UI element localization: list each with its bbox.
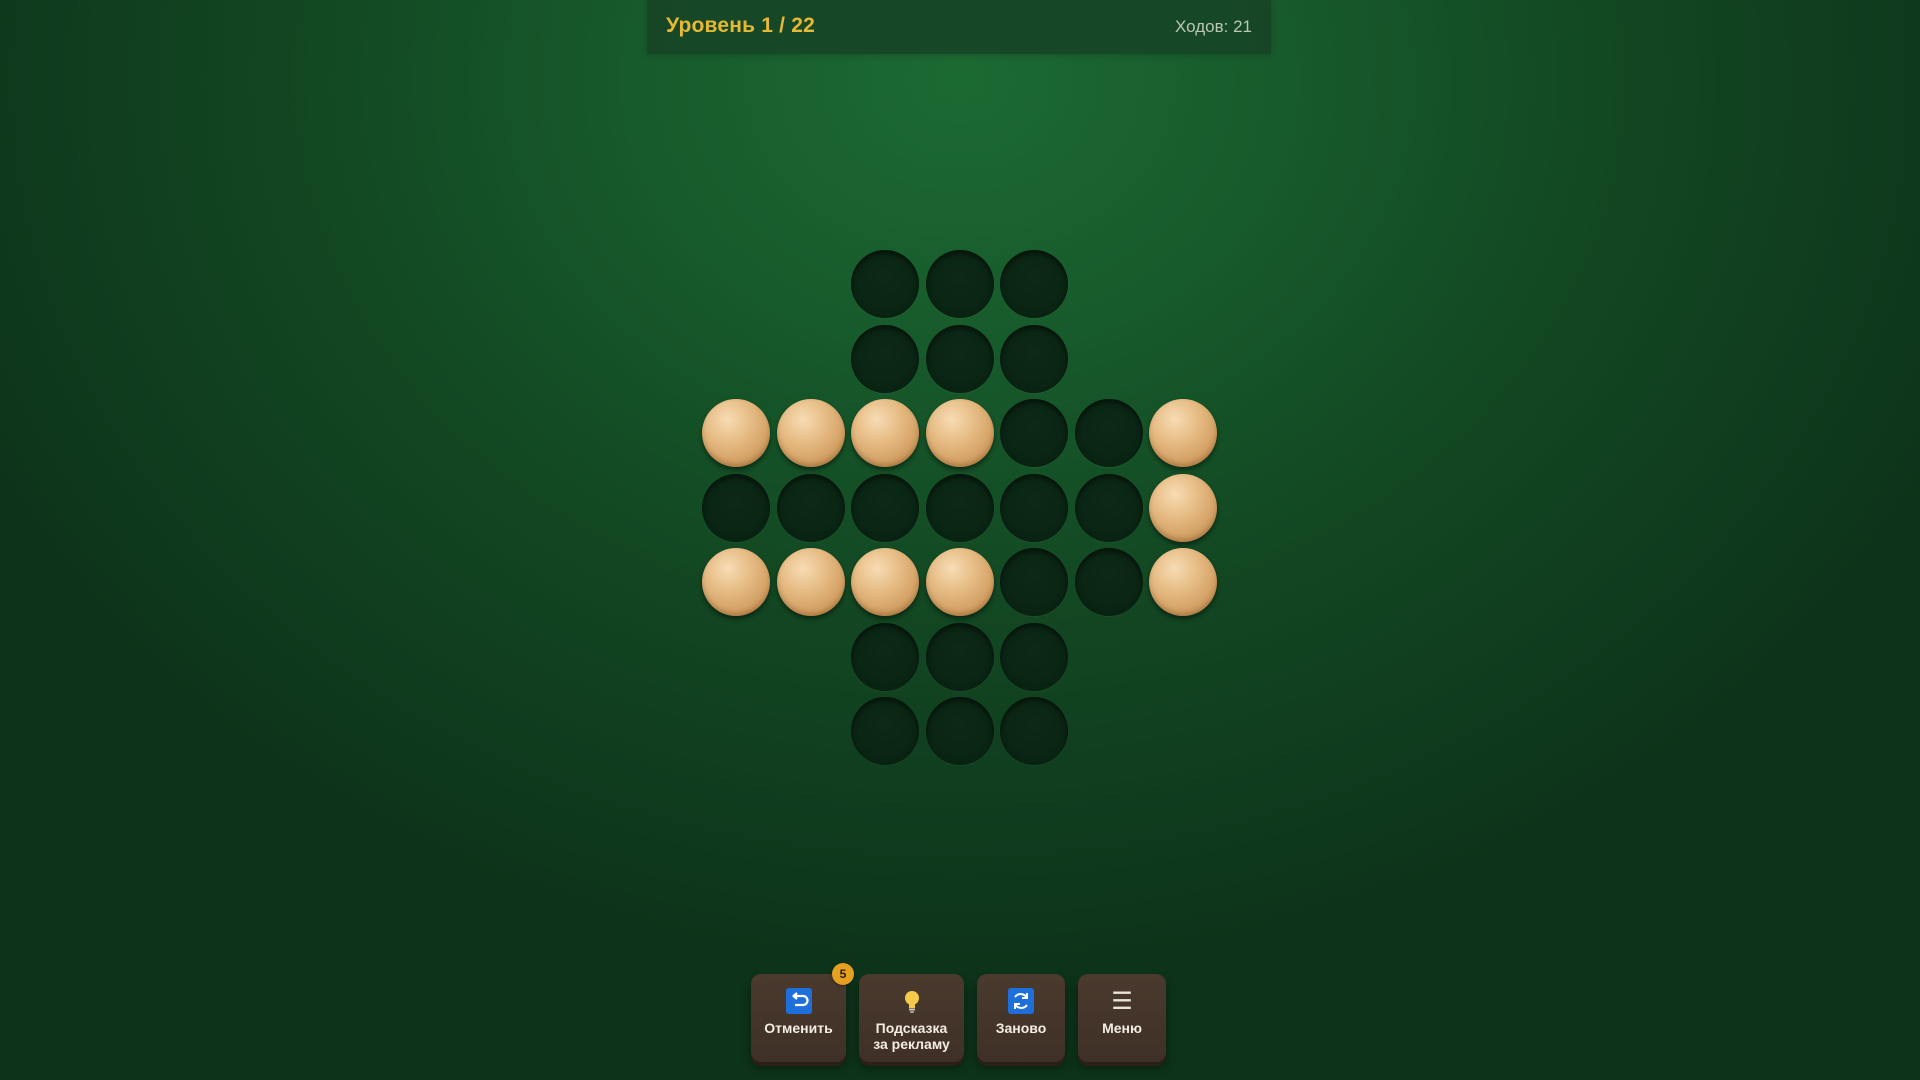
empty-hole[interactable] xyxy=(1000,250,1068,318)
menu-label: Меню xyxy=(1102,1020,1142,1036)
peg[interactable] xyxy=(702,548,770,616)
empty-hole[interactable] xyxy=(1000,324,1068,393)
hint-label-line2: за рекламу xyxy=(873,1036,950,1052)
hint-label: Подсказка за рекламу xyxy=(859,1020,964,1052)
empty-hole[interactable] xyxy=(1000,697,1068,765)
empty-hole[interactable] xyxy=(925,473,994,542)
restart-button[interactable]: Заново xyxy=(977,974,1065,1062)
peg[interactable] xyxy=(1149,473,1217,542)
undo-button[interactable]: Отменить xyxy=(751,974,846,1062)
peg[interactable] xyxy=(702,399,770,467)
hamburger-icon: ☰ xyxy=(1111,987,1133,1015)
empty-hole[interactable] xyxy=(1074,548,1143,616)
menu-button[interactable]: ☰ Меню xyxy=(1078,974,1166,1062)
lightbulb-icon xyxy=(904,991,919,1013)
hint-label-line1: Подсказка xyxy=(875,1020,948,1036)
empty-hole[interactable] xyxy=(1000,548,1068,616)
empty-hole[interactable] xyxy=(1074,399,1143,467)
peg[interactable] xyxy=(1149,399,1217,467)
hint-ad-button[interactable]: Подсказка за рекламу xyxy=(859,974,964,1062)
empty-hole[interactable] xyxy=(1074,473,1143,542)
level-title: Уровень 1 / 22 xyxy=(666,14,816,37)
empty-hole[interactable] xyxy=(851,697,919,765)
empty-hole[interactable] xyxy=(851,622,919,691)
empty-hole[interactable] xyxy=(925,324,994,393)
top-bar: Уровень 1 / 22 Ходов: 21 xyxy=(647,0,1271,54)
peg[interactable] xyxy=(776,399,845,467)
empty-hole[interactable] xyxy=(925,622,994,691)
peg[interactable] xyxy=(1149,548,1217,616)
empty-hole[interactable] xyxy=(1000,399,1068,467)
empty-hole[interactable] xyxy=(925,697,994,765)
empty-hole[interactable] xyxy=(1000,473,1068,542)
empty-hole[interactable] xyxy=(851,473,919,542)
empty-hole[interactable] xyxy=(776,473,845,542)
empty-hole[interactable] xyxy=(851,250,919,318)
peg[interactable] xyxy=(851,399,919,467)
empty-hole[interactable] xyxy=(1000,622,1068,691)
restart-label: Заново xyxy=(995,1020,1047,1036)
peg[interactable] xyxy=(925,548,994,616)
refresh-icon xyxy=(1008,988,1034,1014)
undo-icon xyxy=(785,988,812,1014)
undo-label: Отменить xyxy=(764,1020,833,1036)
moves-counter: Ходов: 21 xyxy=(1175,17,1252,36)
peg-board xyxy=(0,0,1920,1080)
empty-hole[interactable] xyxy=(925,250,994,318)
peg[interactable] xyxy=(851,548,919,616)
peg[interactable] xyxy=(776,548,845,616)
empty-hole[interactable] xyxy=(851,324,919,393)
peg[interactable] xyxy=(925,399,994,467)
empty-hole[interactable] xyxy=(702,473,770,542)
